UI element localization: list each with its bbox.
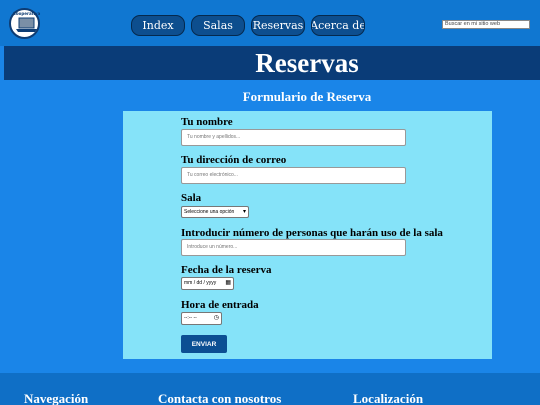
- submit-button[interactable]: ENVIAR: [181, 335, 227, 353]
- footer-navigation-heading: Navegación: [24, 391, 89, 405]
- date-input-value: mm / dd / yyyy: [184, 280, 217, 286]
- page-title: Reservas: [255, 48, 359, 78]
- date-label: Fecha de la reserva: [181, 264, 272, 276]
- calendar-icon[interactable]: ▦: [225, 278, 231, 289]
- chevron-down-icon: ▾: [242, 209, 246, 215]
- name-label: Tu nombre: [181, 116, 233, 128]
- time-input-value: --:-- --: [184, 315, 197, 321]
- room-select[interactable]: Seleccione una opción ▾: [181, 206, 249, 218]
- nav-index[interactable]: Index: [131, 15, 185, 36]
- nav-salas-label: Salas: [203, 19, 233, 32]
- footer-location-heading: Localización: [353, 391, 424, 405]
- clock-icon[interactable]: ◷: [214, 313, 219, 324]
- nav-index-label: Index: [142, 19, 174, 32]
- time-label: Hora de entrada: [181, 299, 259, 311]
- nav-reservas-label: Reservas: [252, 19, 304, 32]
- room-select-value: Seleccione una opción: [184, 209, 235, 215]
- form-title: Formulario de Reserva: [242, 89, 372, 104]
- room-label: Sala: [181, 192, 202, 204]
- people-label: Introducir número de personas que harán …: [181, 227, 443, 239]
- nav-salas[interactable]: Salas: [191, 15, 245, 36]
- laptop-icon: [16, 17, 37, 32]
- nav-acerca-de-label: Acerca de: [311, 19, 365, 32]
- nav-acerca-de[interactable]: Acerca de: [311, 15, 365, 36]
- time-input[interactable]: --:-- -- ◷: [181, 312, 222, 325]
- footer-contact-heading: Contacta con nosotros: [158, 391, 282, 405]
- nav-reservas[interactable]: Reservas: [251, 15, 305, 36]
- date-input[interactable]: mm / dd / yyyy ▦: [181, 277, 234, 290]
- name-input[interactable]: Tu nombre y apellidos...: [181, 129, 406, 146]
- email-label: Tu dirección de correo: [181, 154, 287, 166]
- people-input[interactable]: Introduce un número...: [181, 239, 406, 256]
- search-input[interactable]: Buscar en mi sitio web: [442, 20, 530, 29]
- site-logo[interactable]: Cooperativa: [9, 8, 40, 39]
- email-input[interactable]: Tu correo electrónico...: [181, 167, 406, 184]
